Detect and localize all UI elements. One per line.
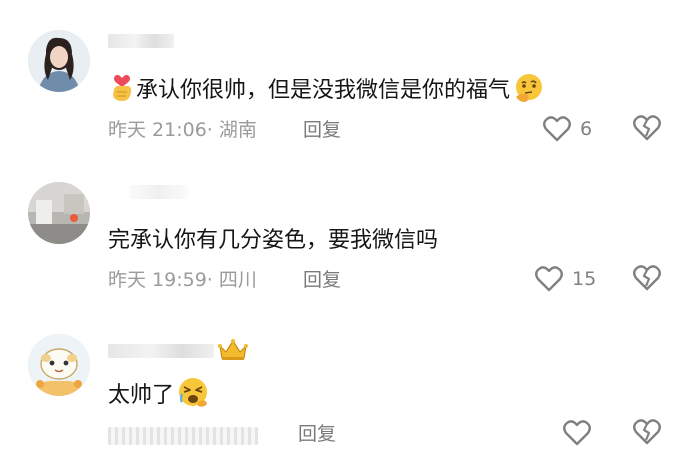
broken-heart-icon bbox=[632, 264, 662, 292]
comment-meta: 昨天 21:06· 湖南 bbox=[108, 119, 257, 141]
dislike-button[interactable] bbox=[632, 418, 662, 448]
comment-1: 承认你很帅，但是没我微信是你的福气 昨天 21:06· 湖南 回复 6 bbox=[0, 0, 690, 160]
heart-icon bbox=[542, 115, 572, 143]
crown-icon bbox=[218, 338, 248, 362]
comment-3: 太帅了 回复 bbox=[0, 310, 690, 473]
timestamp-blurred bbox=[108, 427, 258, 445]
heart-hand-icon bbox=[108, 73, 136, 103]
avatar[interactable] bbox=[28, 30, 90, 92]
like-button[interactable] bbox=[562, 418, 600, 448]
comment-meta: 昨天 19:59· 四川 bbox=[108, 269, 257, 291]
comment-2: 完承认你有几分姿色，要我微信吗 昨天 19:59· 四川 回复 15 bbox=[0, 160, 690, 310]
username-blurred[interactable] bbox=[130, 185, 188, 199]
reply-button[interactable]: 回复 bbox=[303, 118, 341, 142]
like-count: 15 bbox=[572, 268, 597, 290]
comment-text: 完承认你有几分姿色，要我微信吗 bbox=[108, 228, 439, 253]
heart-icon bbox=[562, 419, 592, 447]
comment-text-row: 太帅了 bbox=[108, 376, 210, 411]
reply-button[interactable]: 回复 bbox=[298, 422, 336, 446]
comment-location: 四川 bbox=[218, 269, 257, 291]
username-blurred[interactable] bbox=[108, 34, 174, 48]
heart-icon bbox=[534, 265, 564, 293]
dislike-button[interactable] bbox=[632, 114, 662, 144]
dislike-button[interactable] bbox=[632, 264, 662, 294]
crying-face-icon bbox=[176, 376, 210, 408]
comment-text-row: 承认你很帅，但是没我微信是你的福气 bbox=[108, 73, 545, 106]
like-button[interactable]: 6 bbox=[542, 114, 592, 144]
comment-text: 太帅了 bbox=[108, 383, 175, 408]
thinking-face-icon bbox=[513, 73, 545, 103]
like-button[interactable]: 15 bbox=[534, 264, 596, 294]
avatar[interactable] bbox=[28, 334, 90, 396]
reply-button[interactable]: 回复 bbox=[303, 268, 341, 292]
broken-heart-icon bbox=[632, 418, 662, 446]
comment-time: 昨天 21:06 bbox=[108, 119, 207, 141]
like-count: 6 bbox=[580, 118, 593, 140]
broken-heart-icon bbox=[632, 114, 662, 142]
comment-location: 湖南 bbox=[218, 119, 257, 141]
comment-time: 昨天 19:59 bbox=[108, 269, 207, 291]
comment-text: 承认你很帅，但是没我微信是你的福气 bbox=[136, 78, 511, 103]
avatar[interactable] bbox=[28, 182, 90, 244]
username-blurred[interactable] bbox=[108, 344, 214, 358]
